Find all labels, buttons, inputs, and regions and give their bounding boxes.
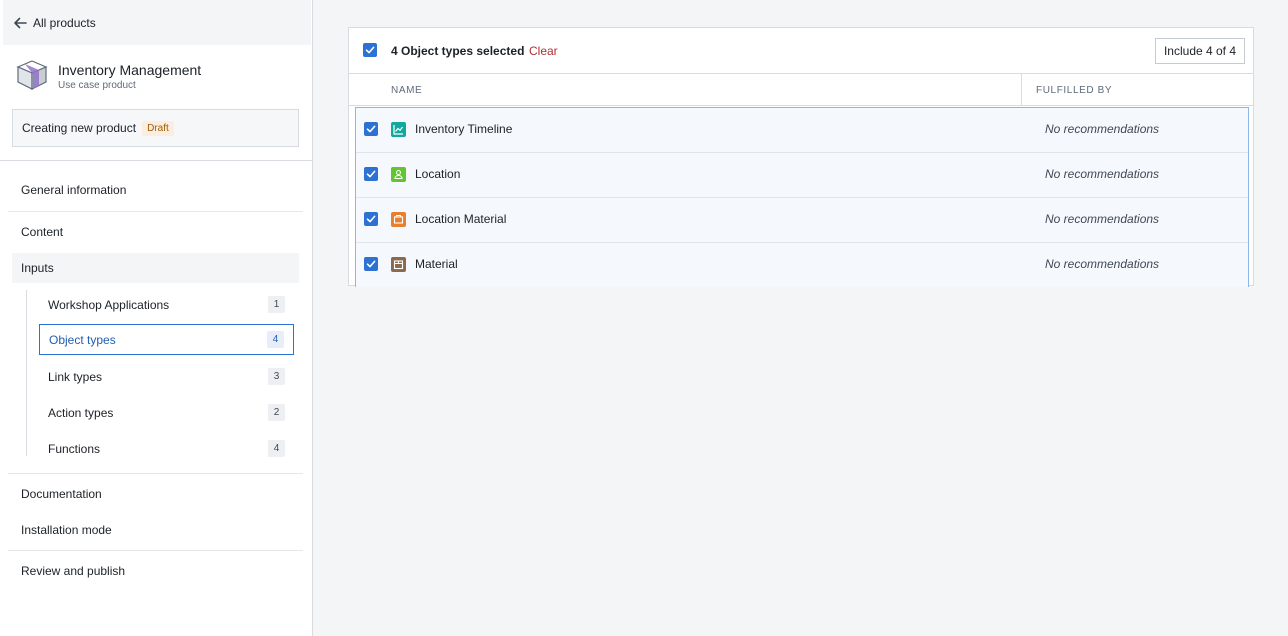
count-badge: 3	[268, 368, 285, 385]
row-fulfilled-by: No recommendations	[1045, 167, 1160, 181]
nav-documentation[interactable]: Documentation	[12, 479, 299, 509]
table-row[interactable]: Location Material No recommendations	[356, 198, 1248, 243]
sidebar: All products Inventory Management Use ca…	[0, 0, 313, 636]
nav-content[interactable]: Content	[12, 217, 299, 247]
location-material-icon	[391, 212, 406, 227]
back-label: All products	[33, 15, 96, 30]
subnav-label: Link types	[48, 369, 103, 384]
checkmark-icon	[365, 46, 375, 54]
checkmark-icon	[366, 260, 376, 268]
count-badge: 4	[268, 440, 285, 457]
inputs-subnav-rail	[26, 290, 27, 456]
column-header-name[interactable]: NAME	[391, 85, 422, 96]
row-checkbox[interactable]	[364, 167, 378, 181]
nav-divider	[8, 211, 303, 212]
subnav-link-types[interactable]: Link types 3	[39, 361, 294, 392]
count-badge: 1	[268, 296, 285, 313]
arrow-left-icon	[14, 17, 27, 28]
subnav-label: Functions	[48, 441, 101, 456]
product-status-box: Creating new product Draft	[12, 109, 299, 147]
column-separator[interactable]	[1021, 74, 1022, 106]
selection-header: 4 Object types selected Clear Include 4 …	[349, 28, 1253, 74]
nav-installation-mode[interactable]: Installation mode	[12, 515, 299, 545]
row-checkbox[interactable]	[364, 212, 378, 226]
row-name: Location	[415, 167, 461, 181]
product-subtitle: Use case product	[58, 80, 136, 91]
status-text: Creating new product	[22, 121, 137, 135]
nav-divider	[8, 473, 303, 474]
subnav-label: Object types	[49, 332, 116, 347]
checkmark-icon	[366, 215, 376, 223]
back-to-all-products[interactable]: All products	[3, 0, 311, 45]
row-name: Location Material	[415, 212, 507, 226]
location-icon	[391, 167, 406, 182]
product-cube-icon	[16, 60, 48, 90]
nav-divider	[8, 550, 303, 551]
row-checkbox[interactable]	[364, 122, 378, 136]
product-title: Inventory Management	[58, 62, 202, 78]
subnav-label: Action types	[48, 405, 114, 420]
subnav-functions[interactable]: Functions 4	[39, 433, 294, 464]
nav-review-and-publish[interactable]: Review and publish	[12, 556, 299, 586]
table-row[interactable]: Material No recommendations	[356, 243, 1248, 287]
nav-general-information[interactable]: General information	[12, 175, 299, 205]
product-header: Inventory Management Use case product	[15, 57, 305, 93]
draft-badge: Draft	[142, 120, 174, 136]
object-types-panel: 4 Object types selected Clear Include 4 …	[348, 27, 1254, 287]
object-types-list: Inventory Timeline No recommendations Lo…	[355, 107, 1249, 287]
row-checkbox[interactable]	[364, 257, 378, 271]
sidebar-divider	[0, 160, 313, 161]
subnav-workshop-applications[interactable]: Workshop Applications 1	[39, 289, 294, 320]
checkmark-icon	[366, 125, 376, 133]
row-fulfilled-by: No recommendations	[1045, 122, 1160, 136]
row-name: Material	[415, 257, 458, 271]
count-badge: 4	[267, 331, 284, 348]
subnav-object-types[interactable]: Object types 4	[39, 324, 294, 355]
table-header: NAME FULFILLED BY	[349, 74, 1253, 106]
count-badge: 2	[268, 404, 285, 421]
clear-selection-link[interactable]: Clear	[529, 44, 558, 58]
material-box-icon	[391, 257, 406, 272]
subnav-label: Workshop Applications	[48, 297, 170, 312]
row-fulfilled-by: No recommendations	[1045, 257, 1160, 271]
include-button[interactable]: Include 4 of 4	[1155, 38, 1245, 64]
selection-summary: 4 Object types selected	[391, 44, 525, 58]
timeline-icon	[391, 122, 406, 137]
row-fulfilled-by: No recommendations	[1045, 212, 1160, 226]
nav-inputs[interactable]: Inputs	[12, 253, 299, 283]
table-row[interactable]: Location No recommendations	[356, 153, 1248, 198]
select-all-checkbox[interactable]	[363, 43, 377, 57]
subnav-action-types[interactable]: Action types 2	[39, 397, 294, 428]
table-row[interactable]: Inventory Timeline No recommendations	[356, 108, 1248, 153]
column-header-fulfilled-by[interactable]: FULFILLED BY	[1036, 85, 1112, 96]
row-name: Inventory Timeline	[415, 122, 513, 136]
checkmark-icon	[366, 170, 376, 178]
